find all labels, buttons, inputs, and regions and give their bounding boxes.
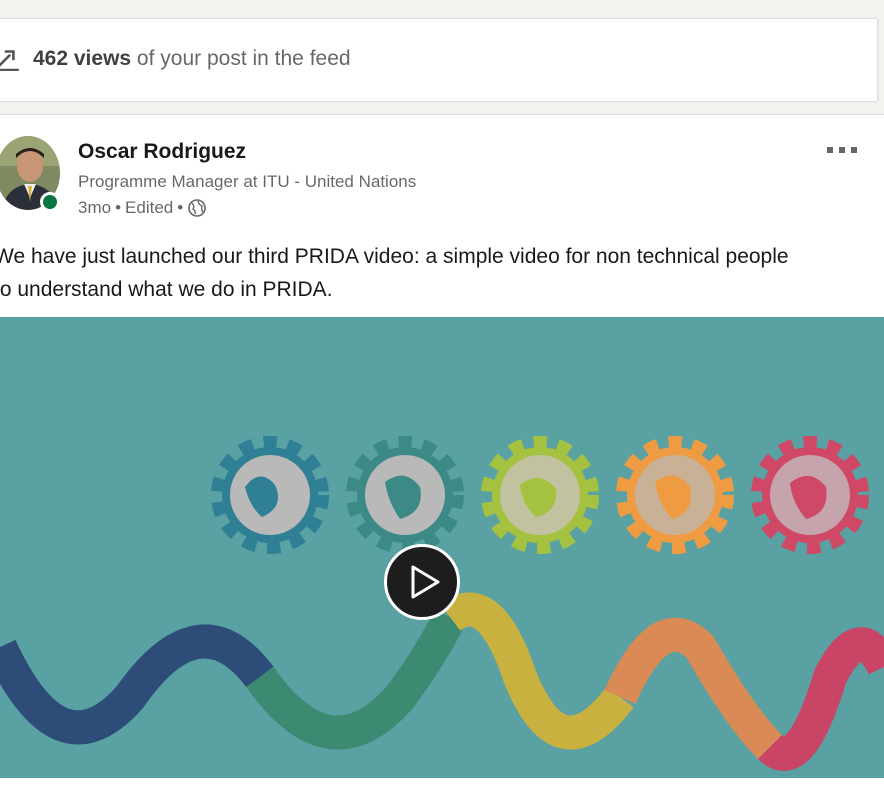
views-count: 462 views bbox=[33, 47, 132, 70]
post-text: We have just launched our third PRIDA vi… bbox=[0, 240, 874, 306]
meta-separator: • bbox=[177, 198, 184, 217]
gear-globe-5 bbox=[751, 436, 869, 554]
edited-label: Edited bbox=[125, 198, 174, 217]
feed-gap bbox=[0, 102, 884, 114]
online-status-indicator bbox=[40, 192, 60, 212]
post-time: 3mo bbox=[78, 198, 112, 217]
video-player[interactable] bbox=[0, 317, 884, 778]
gear-globe-2 bbox=[346, 436, 464, 554]
video-poster bbox=[0, 317, 884, 778]
post-text-line: to understand what we do in PRIDA. bbox=[0, 278, 333, 301]
more-dot bbox=[839, 147, 845, 153]
post-views-card[interactable]: 462 views of your post in the feed bbox=[0, 18, 878, 102]
post-views-text[interactable]: 462 views of your post in the feed bbox=[33, 47, 351, 71]
gear-globe-4 bbox=[616, 436, 734, 554]
meta-separator: • bbox=[115, 198, 122, 217]
post-text-line: We have just launched our third PRIDA vi… bbox=[0, 245, 789, 268]
play-button[interactable] bbox=[384, 544, 460, 620]
post-meta: 3mo • Edited • bbox=[78, 198, 207, 218]
more-dot bbox=[851, 147, 857, 153]
post-more-options-button[interactable] bbox=[820, 138, 864, 162]
author-name[interactable]: Oscar Rodriguez bbox=[78, 140, 246, 164]
trending-up-icon bbox=[0, 50, 19, 71]
gear-globe-1 bbox=[211, 436, 329, 554]
globe-icon bbox=[188, 199, 206, 217]
views-suffix: of your post in the feed bbox=[131, 47, 351, 70]
more-dot bbox=[827, 147, 833, 153]
gear-globe-3 bbox=[481, 436, 599, 554]
author-headline: Programme Manager at ITU - United Nation… bbox=[78, 172, 417, 191]
play-icon bbox=[411, 565, 440, 599]
